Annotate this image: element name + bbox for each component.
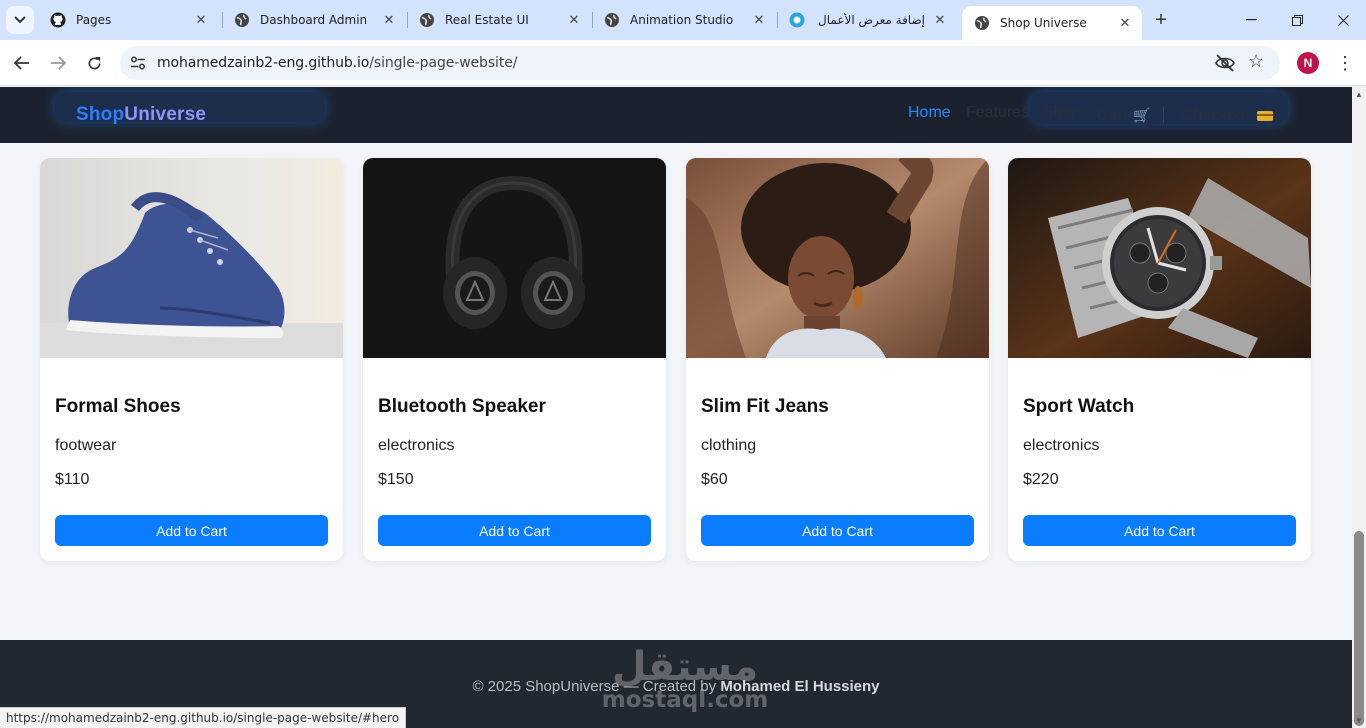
browser-toolbar: mohamedzainb2-eng.github.io/single-page-…	[0, 40, 1366, 86]
tab-title: Pages	[76, 13, 112, 27]
link-status-bubble: https://mohamedzainb2-eng.github.io/sing…	[0, 707, 407, 728]
globe-icon	[234, 12, 250, 28]
footer-author: Mohamed El Hussieny	[720, 678, 880, 695]
tab-title: Real Estate UI	[445, 13, 529, 27]
product-name: Sport Watch	[1023, 396, 1135, 417]
product-category: clothing	[701, 437, 757, 454]
site-header: ShopUniverse Home Features Shop Cart 🛒 C…	[0, 87, 1352, 143]
scroll-down-icon[interactable]: ▼	[1355, 716, 1363, 725]
product-image-black-headphones	[363, 158, 666, 358]
new-tab-button[interactable]: +	[1150, 9, 1172, 31]
nav-shop[interactable]: Shop	[1043, 104, 1080, 122]
nav-divider	[1163, 107, 1164, 123]
brand-part-shop: Shop	[76, 104, 125, 125]
add-to-cart-button[interactable]: Add to Cart	[378, 515, 651, 546]
back-button[interactable]	[8, 49, 36, 77]
minimize-button[interactable]	[1228, 8, 1274, 32]
url-path: /single-page-website/	[369, 55, 518, 71]
tab-dashboard-admin[interactable]: Dashboard Admin ✕	[222, 6, 406, 34]
bookmark-star-icon[interactable]: ☆	[1248, 51, 1264, 72]
github-icon	[50, 12, 66, 28]
tab-shop-universe[interactable]: Shop Universe ✕	[962, 6, 1142, 40]
page-viewport: ShopUniverse Home Features Shop Cart 🛒 C…	[0, 87, 1352, 728]
product-price: $60	[701, 471, 728, 488]
tab-pages[interactable]: Pages ✕	[38, 6, 218, 34]
shopping-cart-icon: 🛒	[1133, 107, 1151, 123]
globe-icon	[604, 12, 620, 28]
product-price: $150	[378, 471, 414, 488]
scrollbar-thumb[interactable]	[1354, 531, 1364, 726]
arrow-right-icon	[51, 56, 66, 70]
product-name: Formal Shoes	[55, 396, 181, 417]
tab-mostaql-portfolio[interactable]: إضافة معرض الأعمال ✕	[777, 6, 957, 34]
product-category: footwear	[55, 437, 117, 454]
product-name: Slim Fit Jeans	[701, 396, 829, 417]
product-price: $220	[1023, 471, 1059, 488]
nav-cart[interactable]: Cart	[1097, 107, 1127, 125]
address-bar[interactable]: mohamedzainb2-eng.github.io/single-page-…	[120, 46, 1280, 80]
close-icon[interactable]: ✕	[1116, 14, 1134, 32]
product-image-woman-portrait	[686, 158, 989, 358]
close-icon	[1337, 14, 1349, 26]
minimize-icon	[1245, 19, 1257, 21]
add-to-cart-button[interactable]: Add to Cart	[55, 515, 328, 546]
add-to-cart-button[interactable]: Add to Cart	[1023, 515, 1296, 546]
arrow-left-icon	[14, 56, 29, 70]
brand-part-universe: Universe	[124, 104, 207, 125]
menu-kebab-icon[interactable]: ⋮	[1336, 52, 1354, 74]
credit-card-icon	[1257, 111, 1273, 121]
close-icon[interactable]: ✕	[750, 11, 768, 29]
close-icon[interactable]: ✕	[565, 11, 583, 29]
site-settings-icon[interactable]	[128, 53, 148, 73]
chevron-down-icon	[14, 16, 26, 24]
footer-credit: © 2025 ShopUniverse — Created by Mohamed…	[0, 678, 1352, 695]
globe-icon	[419, 12, 435, 28]
nav-features[interactable]: Features	[966, 104, 1029, 122]
url-text[interactable]: mohamedzainb2-eng.github.io/single-page-…	[157, 55, 517, 71]
close-window-button[interactable]	[1320, 8, 1366, 32]
product-image-blue-sneaker	[40, 158, 343, 358]
brand-logo[interactable]: ShopUniverse	[76, 104, 206, 126]
scroll-up-icon[interactable]: ▲	[1355, 90, 1363, 99]
reload-button[interactable]	[80, 49, 108, 77]
reload-icon	[88, 56, 100, 69]
globe-icon	[974, 15, 990, 31]
add-to-cart-button[interactable]: Add to Cart	[701, 515, 974, 546]
page-scrollbar[interactable]: ▲ ▼	[1352, 87, 1366, 728]
tab-search-button[interactable]	[6, 6, 34, 34]
restore-button[interactable]	[1274, 8, 1320, 32]
product-price: $110	[55, 471, 90, 488]
product-card-sport-watch: Sport Watch electronics $220 Add to Cart	[1008, 158, 1311, 561]
tab-title: Dashboard Admin	[260, 13, 368, 27]
tab-title: إضافة معرض الأعمال	[818, 13, 925, 27]
product-category: electronics	[378, 437, 455, 454]
product-card-bluetooth-speaker: Bluetooth Speaker electronics $150 Add t…	[363, 158, 666, 561]
forward-button[interactable]	[44, 49, 72, 77]
product-name: Bluetooth Speaker	[378, 396, 546, 417]
nav-checkout[interactable]: Checkout	[1182, 107, 1250, 125]
tab-title: Shop Universe	[1000, 16, 1087, 30]
eye-off-icon[interactable]	[1214, 53, 1236, 73]
product-card-slim-fit-jeans: Slim Fit Jeans clothing $60 Add to Cart	[686, 158, 989, 561]
restore-icon	[1291, 14, 1303, 26]
tab-real-estate-ui[interactable]: Real Estate UI ✕	[407, 6, 591, 34]
tab-title: Animation Studio	[630, 13, 734, 27]
mostaql-icon	[789, 12, 805, 28]
product-card-formal-shoes: Formal Shoes footwear $110 Add to Cart	[40, 158, 343, 561]
close-icon[interactable]: ✕	[380, 11, 398, 29]
url-host: mohamedzainb2-eng.github.io	[157, 55, 370, 71]
tab-animation-studio[interactable]: Animation Studio ✕	[592, 6, 776, 34]
nav-home[interactable]: Home	[908, 104, 951, 122]
profile-avatar[interactable]: N	[1297, 52, 1319, 74]
product-image-silver-wristwatch	[1008, 158, 1311, 358]
close-icon[interactable]: ✕	[931, 11, 949, 29]
footer-copyright: © 2025 ShopUniverse — Created by	[472, 678, 721, 695]
browser-tab-strip: Pages ✕ Dashboard Admin ✕ Real Estate UI…	[0, 0, 1366, 40]
close-icon[interactable]: ✕	[192, 11, 210, 29]
product-category: electronics	[1023, 437, 1100, 454]
